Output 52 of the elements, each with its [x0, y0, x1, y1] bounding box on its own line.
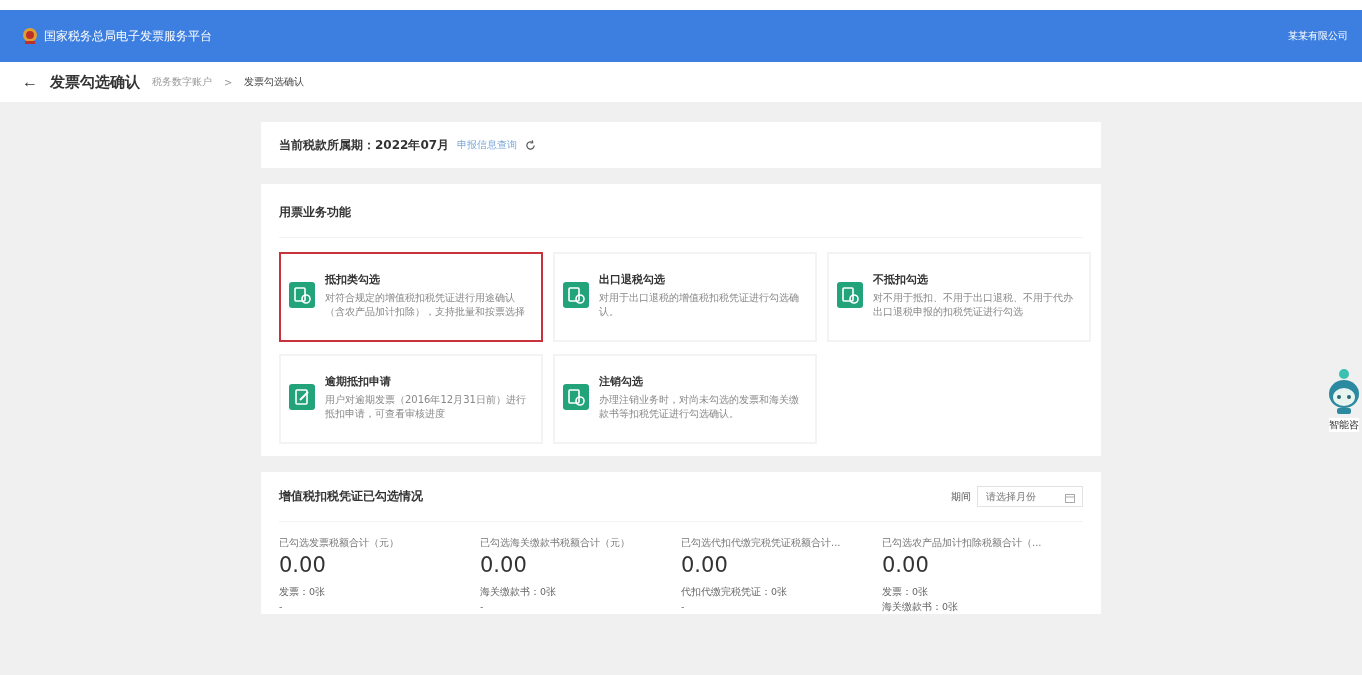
stat-value: 0.00 — [681, 553, 729, 577]
breadcrumb-current: 发票勾选确认 — [244, 75, 305, 89]
stat-label: 已勾选农产品加计扣除税额合计（... — [882, 536, 1043, 550]
document-icon — [289, 282, 315, 308]
back-button[interactable]: ← — [22, 73, 38, 91]
summary-title: 增值税扣税凭证已勾选情况 — [279, 488, 423, 505]
stat-value: 0.00 — [882, 553, 930, 577]
document-icon — [563, 282, 589, 308]
document-icon — [563, 384, 589, 410]
function-description: 对不用于抵扣、不用于出口退税、不用于代办出口退税申报的扣税凭证进行勾选 — [873, 291, 1074, 318]
breadcrumb-separator: > — [224, 76, 233, 88]
function-card[interactable]: 抵扣类勾选 对符合规定的增值税扣税凭证进行用途确认（含农产品加计扣除），支持批量和按票选择 — [279, 252, 543, 342]
assistant-label[interactable]: 智能咨 — [1329, 418, 1359, 432]
stat-detail: 代扣代缴完税凭证：0张 — [681, 586, 789, 599]
stat-label: 已勾选代扣代缴完税凭证税额合计... — [681, 536, 842, 550]
month-field[interactable]: 请选择月份 — [977, 486, 1083, 507]
stat-detail: - — [279, 601, 284, 614]
stat-value: 0.00 — [480, 553, 528, 577]
function-description: 用户对逾期发票（2016年12月31日前）进行抵扣申请，可查看审核进度 — [325, 393, 527, 420]
function-description: 对符合规定的增值税扣税凭证进行用途确认（含农产品加计扣除），支持批量和按票选择 — [325, 291, 526, 318]
stat-detail: 海关缴款书：0张 — [882, 601, 960, 614]
refresh-icon[interactable] — [525, 139, 537, 151]
document-icon — [837, 282, 863, 308]
stat-detail: - — [480, 601, 485, 614]
function-card[interactable]: 注销勾选 办理注销业务时，对尚未勾选的发票和海关缴款书等扣税凭证进行勾选确认。 — [553, 354, 817, 444]
user-name[interactable]: 某某有限公司 — [1288, 29, 1348, 43]
function-title: 抵扣类勾选 — [325, 272, 381, 287]
function-card[interactable]: 不抵扣勾选 对不用于抵扣、不用于出口退税、不用于代办出口退税申报的扣税凭证进行勾选 — [827, 252, 1091, 342]
page-title: 发票勾选确认 — [50, 72, 140, 92]
section-title: 用票业务功能 — [279, 184, 1083, 238]
function-title: 逾期抵扣申请 — [325, 374, 392, 389]
function-title: 注销勾选 — [599, 374, 644, 389]
robot-icon[interactable] — [1326, 368, 1362, 416]
calendar-icon — [1065, 493, 1075, 503]
edit-document-icon — [289, 384, 315, 410]
function-card[interactable]: 逾期抵扣申请 用户对逾期发票（2016年12月31日前）进行抵扣申请，可查看审核进度 — [279, 354, 543, 444]
stat-detail: 海关缴款书：0张 — [480, 586, 558, 599]
function-description: 办理注销业务时，对尚未勾选的发票和海关缴款书等扣税凭证进行勾选确认。 — [599, 393, 800, 420]
emblem-icon — [22, 27, 38, 45]
stat-detail: - — [681, 601, 686, 614]
period-label: 期间 — [951, 489, 971, 504]
platform-title: 国家税务总局电子发票服务平台 — [44, 27, 212, 45]
tax-period: 当前税款所属期：2022年07月 — [279, 136, 450, 154]
stat-value: 0.00 — [279, 553, 327, 577]
function-title: 出口退税勾选 — [599, 272, 666, 287]
function-description: 对用于出口退税的增值税扣税凭证进行勾选确认。 — [599, 291, 800, 318]
function-card[interactable]: 出口退税勾选 对用于出口退税的增值税扣税凭证进行勾选确认。 — [553, 252, 817, 342]
stat-detail: 发票：0张 — [882, 586, 930, 599]
function-title: 不抵扣勾选 — [873, 272, 929, 287]
stat-detail: 发票：0张 — [279, 586, 327, 599]
stat-label: 已勾选海关缴款书税额合计（元） — [480, 536, 631, 550]
stat-label: 已勾选发票税额合计（元） — [279, 536, 400, 550]
